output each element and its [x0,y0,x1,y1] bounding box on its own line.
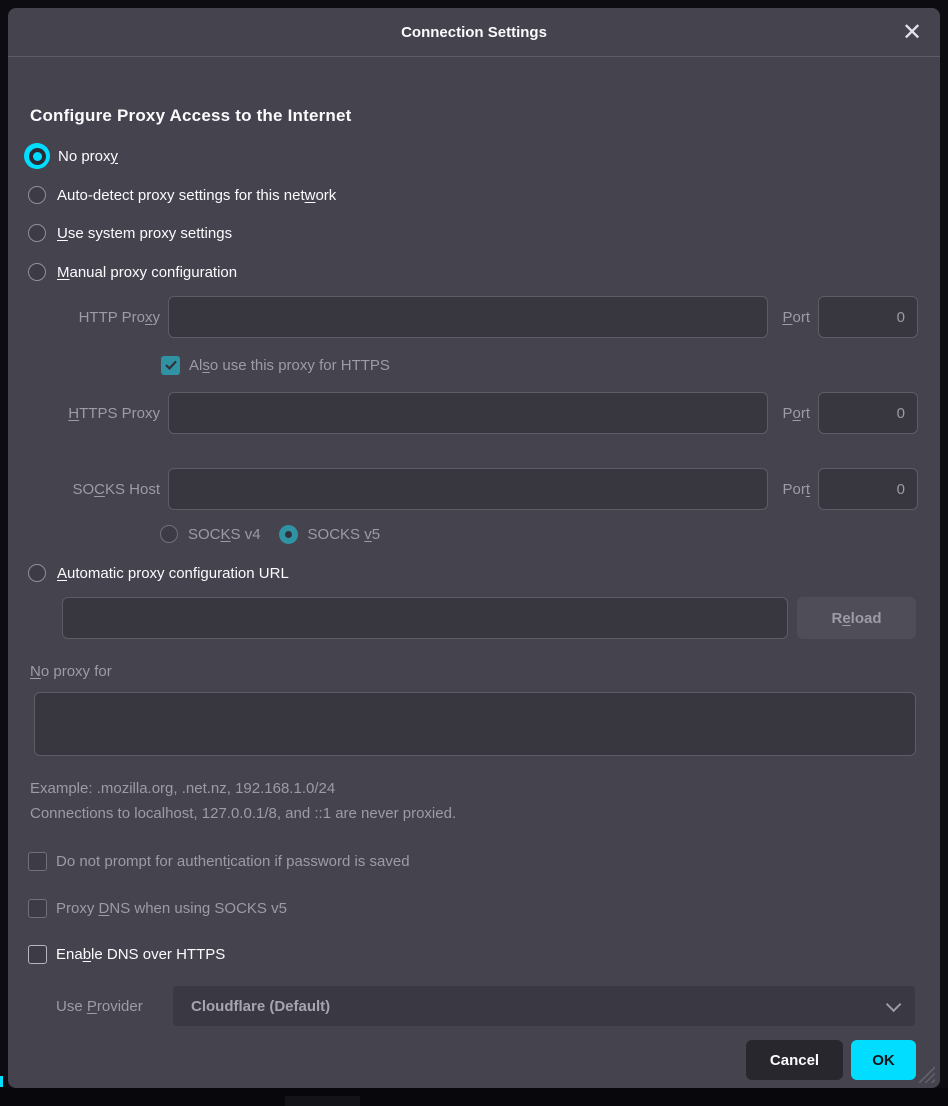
provider-selected-value: Cloudflare (Default) [191,998,330,1015]
radio-no-proxy[interactable]: No proxy [24,142,118,170]
cancel-button[interactable]: Cancel [746,1040,843,1080]
checkbox-no-auth-prompt[interactable]: Do not prompt for authentication if pass… [28,851,410,871]
radio-label: SOCKS v5 [308,526,381,543]
checkbox-share-proxy[interactable]: Also use this proxy for HTTPS [161,355,390,375]
socks-port-label: Port [782,481,810,498]
checkbox-label: Proxy DNS when using SOCKS v5 [56,900,287,917]
radio-auto-detect[interactable]: Auto-detect proxy settings for this netw… [28,181,336,209]
auto-url-row: Reload [62,597,916,639]
no-proxy-for-textarea[interactable] [34,692,916,756]
screen: Connection Settings ✕ Configure Proxy Ac… [0,0,948,1106]
socks-host-label: SOCKS Host [30,481,160,498]
http-proxy-input[interactable] [168,296,768,338]
radio-unselected-icon [160,525,178,543]
radio-unselected-icon [28,224,46,242]
use-provider-label: Use Provider [56,996,143,1016]
radio-unselected-icon [28,263,46,281]
checkbox-unchecked-icon [28,852,47,871]
radio-label: SOCKS v4 [188,526,261,543]
radio-selected-icon [279,525,298,544]
checkbox-checked-icon [161,356,180,375]
https-proxy-row: HTTPS Proxy Port [30,392,918,434]
socks-host-row: SOCKS Host Port [30,468,918,510]
ok-button[interactable]: OK [851,1040,916,1080]
checkbox-label: Enable DNS over HTTPS [56,946,225,963]
dialog-titlebar: Connection Settings ✕ [8,8,940,57]
chevron-down-icon [886,996,902,1012]
provider-dropdown[interactable]: Cloudflare (Default) [173,986,915,1026]
http-proxy-label: HTTP Proxy [30,309,160,326]
page-title: Configure Proxy Access to the Internet [30,106,352,126]
checkbox-unchecked-icon [28,945,47,964]
radio-unselected-icon [28,186,46,204]
checkbox-label: Do not prompt for authentication if pass… [56,853,410,870]
radio-manual[interactable]: Manual proxy configuration [28,258,237,286]
example-hint: Example: .mozilla.org, .net.nz, 192.168.… [30,778,335,798]
checkbox-enable-doh[interactable]: Enable DNS over HTTPS [28,944,225,964]
https-port-input[interactable] [818,392,918,434]
https-proxy-label: HTTPS Proxy [30,405,160,422]
radio-selected-icon [24,143,50,169]
checkbox-label: Also use this proxy for HTTPS [189,357,390,374]
radio-socks-v5[interactable]: SOCKS v5 [279,525,381,544]
checkbox-unchecked-icon [28,899,47,918]
https-port-label: Port [782,405,810,422]
resize-grip[interactable] [918,1066,935,1083]
radio-auto-url[interactable]: Automatic proxy configuration URL [28,559,289,587]
socks-host-input[interactable] [168,468,768,510]
close-icon[interactable]: ✕ [896,16,928,48]
checkbox-proxy-dns[interactable]: Proxy DNS when using SOCKS v5 [28,898,287,918]
auto-url-input[interactable] [62,597,788,639]
radio-socks-v4[interactable]: SOCKS v4 [160,525,261,543]
radio-label: Auto-detect proxy settings for this netw… [57,187,336,204]
http-port-input[interactable] [818,296,918,338]
no-proxy-for-label: No proxy for [30,661,112,681]
dialog-title: Connection Settings [401,24,547,41]
radio-use-system[interactable]: Use system proxy settings [28,219,232,247]
socks-port-input[interactable] [818,468,918,510]
connection-settings-dialog: Connection Settings ✕ Configure Proxy Ac… [8,8,940,1088]
radio-label: Use system proxy settings [57,225,232,242]
radio-label: Manual proxy configuration [57,264,237,281]
socks-version-row: SOCKS v4 SOCKS v5 [160,523,380,545]
radio-label: No proxy [58,148,118,165]
reload-button[interactable]: Reload [797,597,916,639]
https-proxy-input[interactable] [168,392,768,434]
radio-unselected-icon [28,564,46,582]
http-port-label: Port [782,309,810,326]
http-proxy-row: HTTP Proxy Port [30,296,918,338]
page-background-strip [0,1088,948,1106]
radio-label: Automatic proxy configuration URL [57,565,289,582]
never-proxied-hint: Connections to localhost, 127.0.0.1/8, a… [30,803,456,823]
background-accent-sliver [0,1076,3,1087]
background-element [285,1096,360,1106]
